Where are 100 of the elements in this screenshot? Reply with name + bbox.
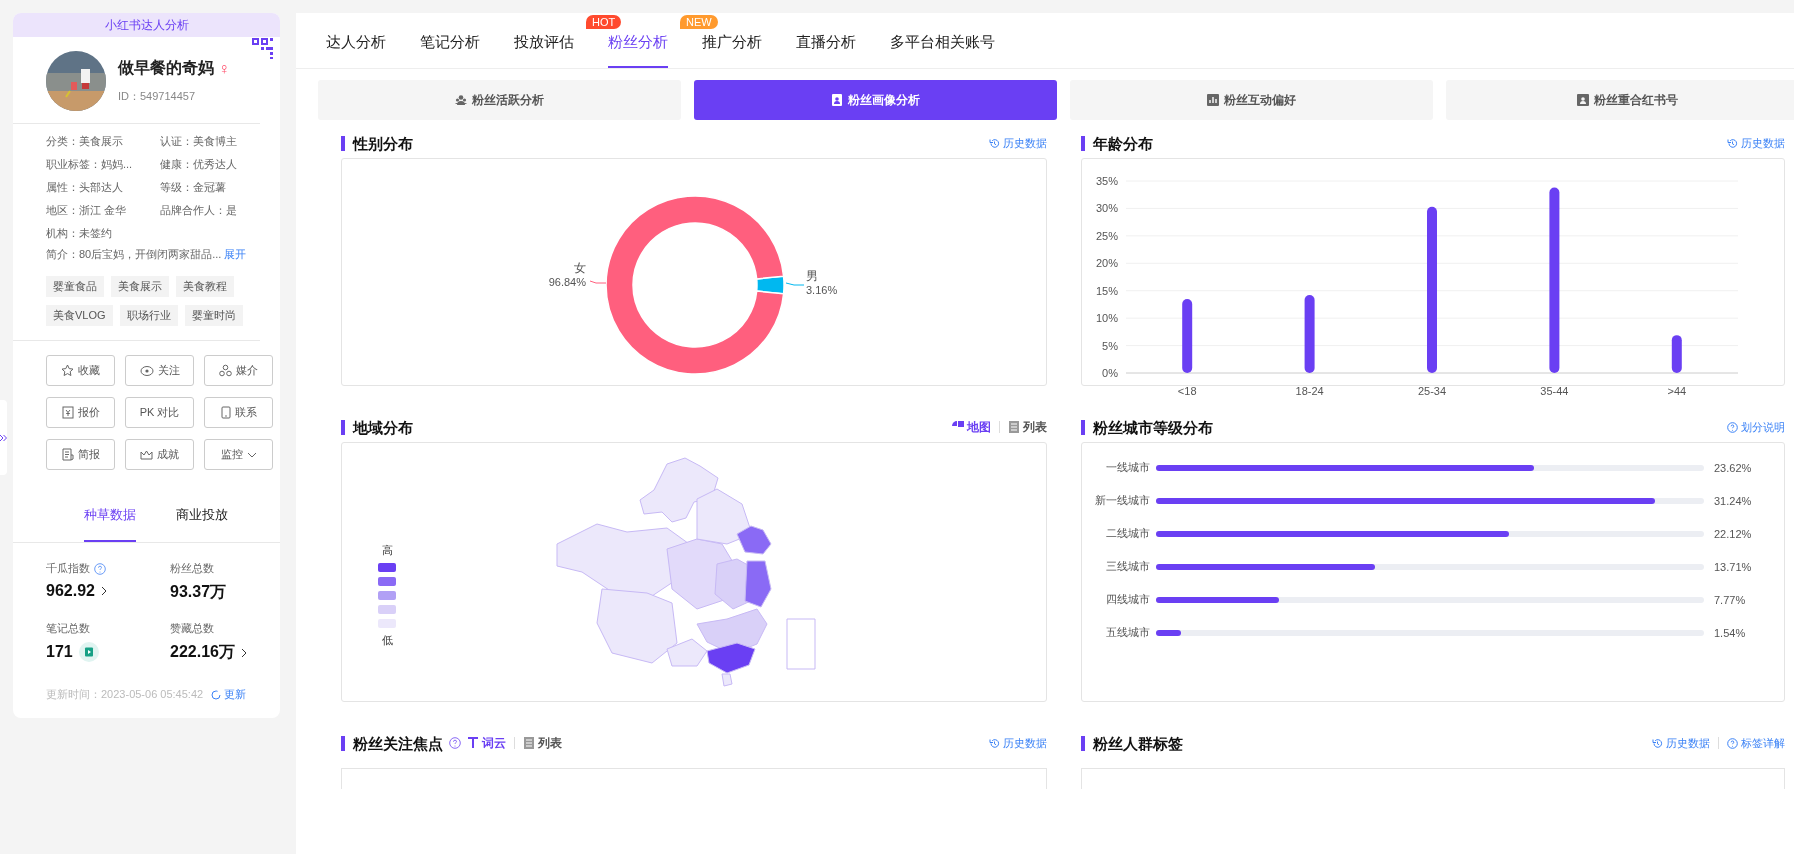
info-text: 分类：美食展示: [46, 134, 124, 149]
axis-tick-label: 35%: [1095, 175, 1118, 187]
axis-tick-label: 5%: [1102, 339, 1118, 352]
chevron-right-icon[interactable]: [100, 586, 107, 596]
report-icon: [61, 448, 74, 461]
nav-tab[interactable]: 多平台相关账号: [890, 33, 995, 68]
slice-label: 男: [806, 269, 818, 283]
tag: 美食VLOG: [46, 305, 113, 326]
legend-swatch: [378, 577, 396, 586]
nav-tab[interactable]: 粉丝分析: [608, 33, 668, 68]
section-title: 粉丝人群标签: [1093, 735, 1183, 751]
help-icon: [1727, 737, 1738, 749]
tab-badge: NEW: [680, 15, 718, 29]
tag: 美食教程: [176, 276, 234, 297]
legend-swatch: [378, 605, 396, 614]
view-toggle[interactable]: 列表: [523, 735, 562, 751]
action-button[interactable]: 监控: [204, 439, 273, 470]
account-id: ID：549714457: [118, 89, 197, 104]
nav-tab[interactable]: 推广分析: [702, 33, 762, 68]
percent-value: 7.77%: [1713, 593, 1747, 606]
history-icon: [1652, 737, 1663, 749]
nav-tab[interactable]: 直播分析: [796, 33, 856, 68]
help-icon[interactable]: [449, 737, 461, 749]
slice-label: 女: [574, 261, 586, 275]
action-button[interactable]: 简报: [46, 439, 115, 470]
bar: [1671, 335, 1682, 373]
section-title: 性别分布: [353, 135, 413, 151]
axis-tick-label: 25-34: [1417, 385, 1447, 397]
view-toggle[interactable]: 地图: [952, 418, 991, 436]
tab-badge: HOT: [586, 15, 622, 29]
action-button[interactable]: 媒介: [204, 355, 273, 386]
panel-header: 小红书达人分析: [13, 13, 280, 37]
play-badge-icon: [78, 642, 99, 662]
info-text: 属性：头部达人: [46, 180, 124, 195]
percent-value: 23.62%: [1713, 461, 1753, 474]
chevron-right-icon[interactable]: [240, 647, 247, 658]
intro-text: 简介：80后宝妈，开倒闭两家甜品...: [46, 248, 222, 260]
info-text: 品牌合作人：是: [160, 203, 238, 218]
star-icon: [61, 364, 74, 377]
city-tier-label: 五线城市: [1105, 625, 1151, 640]
nav-tab[interactable]: 达人分析: [326, 33, 386, 68]
info-text: 等级：金冠薯: [160, 180, 227, 195]
help-icon: [1727, 421, 1738, 433]
people-icon: [455, 94, 467, 106]
action-button[interactable]: 报价: [46, 397, 115, 428]
update-time: 更新时间：2023-05-06 05:45:42: [46, 687, 204, 702]
action-button[interactable]: PK 对比: [125, 397, 194, 428]
section-title: 地域分布: [353, 419, 413, 435]
history-link[interactable]: 历史数据: [1727, 135, 1785, 151]
refresh-link[interactable]: 更新: [211, 687, 247, 702]
axis-tick-label: 35-44: [1540, 385, 1569, 397]
nav-tab[interactable]: 投放评估: [514, 33, 574, 68]
account-name: 做早餐的奇妈: [118, 58, 214, 78]
panel-tab[interactable]: 商业投放: [176, 506, 228, 542]
view-toggle[interactable]: 词云: [467, 735, 506, 751]
double-arrow-icon: [0, 433, 7, 442]
tag: 美食展示: [111, 276, 169, 297]
sub-tab[interactable]: 粉丝重合红书号: [1446, 80, 1794, 120]
help-link[interactable]: 划分说明: [1727, 419, 1785, 435]
history-link[interactable]: 历史数据: [989, 735, 1047, 751]
list-icon: [523, 737, 535, 749]
action-button[interactable]: 收藏: [46, 355, 115, 386]
view-toggle[interactable]: 列表: [1008, 418, 1047, 436]
sub-tab[interactable]: 粉丝画像分析: [694, 80, 1057, 120]
refresh-icon: [211, 689, 222, 700]
stat-label: 笔记总数: [46, 621, 90, 636]
history-link[interactable]: 历史数据: [1652, 735, 1710, 751]
profile-card-icon: [831, 94, 843, 106]
history-link[interactable]: 历史数据: [989, 135, 1047, 151]
nav-tab[interactable]: 笔记分析: [420, 33, 480, 68]
axis-tick-label: 30%: [1095, 202, 1118, 215]
help-link[interactable]: 标签详解: [1727, 735, 1785, 751]
legend-label: 低: [381, 633, 393, 648]
leader-line: [589, 280, 607, 284]
percent-value: 31.24%: [1713, 494, 1753, 507]
slice-value: 3.16%: [806, 284, 838, 296]
section-title: 粉丝城市等级分布: [1093, 419, 1213, 435]
legend-swatch: [378, 563, 396, 572]
sub-tab[interactable]: 粉丝活跃分析: [318, 80, 681, 120]
axis-tick-label: 20%: [1095, 257, 1118, 270]
sub-tab[interactable]: 粉丝互动偏好: [1070, 80, 1433, 120]
section-title: 粉丝关注焦点: [353, 735, 443, 751]
info-text: 地区：浙江 金华: [46, 203, 128, 218]
city-tier-label: 三线城市: [1105, 559, 1151, 574]
crown-icon: [140, 449, 153, 460]
action-button[interactable]: 关注: [125, 355, 194, 386]
info-text: 认证：美食博主: [160, 134, 238, 149]
percent-value: 1.54%: [1713, 626, 1747, 639]
tag: 婴童食品: [46, 276, 104, 297]
legend-label: 高: [381, 543, 393, 558]
tag: 婴童时尚: [184, 305, 243, 326]
qr-code-icon[interactable]: [251, 37, 274, 60]
list-icon: [1008, 421, 1020, 433]
stat-value: 962.92: [46, 582, 95, 600]
history-icon: [989, 137, 1000, 149]
expand-link[interactable]: 展开: [221, 248, 247, 260]
collapse-handle[interactable]: [0, 400, 7, 475]
action-button[interactable]: 联系: [204, 397, 273, 428]
action-button[interactable]: 成就: [125, 439, 194, 470]
panel-tab[interactable]: 种草数据: [84, 506, 136, 542]
